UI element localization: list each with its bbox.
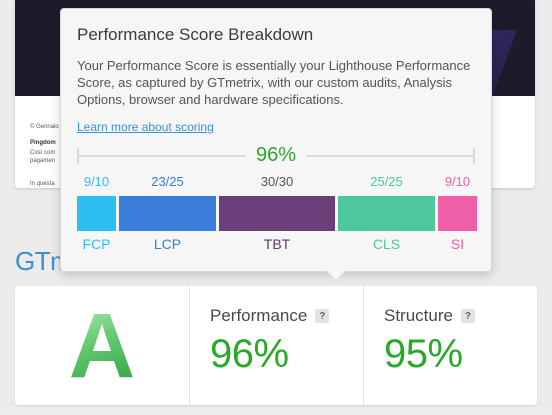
segment-points: 25/25 — [370, 174, 403, 189]
tooltip-description: Your Performance Score is essentially yo… — [77, 58, 471, 107]
thumbnail-text: Pingdom — [30, 140, 56, 146]
rule-cap-left — [77, 147, 79, 165]
performance-help-icon[interactable]: ? — [315, 309, 330, 323]
segment-label: LCP — [153, 236, 182, 252]
performance-breakdown-tooltip: Performance Score Breakdown Your Perform… — [60, 8, 492, 280]
segment-bar — [219, 196, 335, 231]
performance-label: Performance — [210, 306, 308, 325]
segment-label: SI — [450, 236, 465, 252]
thumbnail-text: In questa — [30, 181, 55, 187]
learn-more-link[interactable]: Learn more about scoring — [77, 120, 214, 134]
thumbnail-text: Così com — [30, 150, 56, 156]
segment-points: 30/30 — [260, 174, 294, 189]
segment-fcp: 9/10 FCP — [77, 174, 116, 252]
segment-label: FCP — [82, 236, 111, 252]
segment-cls: 25/25 CLS — [338, 174, 435, 252]
structure-label: Structure — [384, 306, 453, 325]
structure-value: 95% — [384, 332, 463, 376]
thumbnail-text: © Gennaio — [30, 124, 59, 130]
segment-bar — [119, 196, 216, 231]
rule-cap-right — [473, 147, 475, 165]
segment-label: CLS — [372, 236, 401, 252]
segment-bar — [438, 196, 477, 231]
segment-bar — [338, 196, 435, 231]
performance-value: 96% — [210, 332, 289, 376]
total-score-rule: 96% — [77, 144, 475, 168]
score-breakdown-bar: 9/10 FCP 23/25 LCP 30/30 TBT 25/25 CLS 9/10 SI — [77, 174, 477, 264]
segment-points: 9/10 — [83, 174, 110, 189]
total-score: 96% — [245, 144, 307, 167]
structure-metric: Structure ? 95% — [363, 286, 537, 405]
grade-letter: A — [68, 294, 136, 397]
tooltip-title: Performance Score Breakdown — [77, 25, 314, 44]
grade-cell: A — [15, 286, 190, 405]
segment-bar — [77, 196, 116, 231]
segment-points: 9/10 — [444, 174, 471, 189]
tooltip-arrow — [327, 271, 345, 280]
segment-points: 23/25 — [151, 174, 184, 189]
structure-help-icon[interactable]: ? — [460, 309, 475, 323]
segment-si: 9/10 SI — [438, 174, 477, 252]
performance-metric: Performance ? 96% — [190, 286, 363, 405]
score-card: A Performance ? 96% Structure ? 95% — [15, 286, 537, 405]
thumbnail-text: pagamen — [30, 158, 56, 164]
segment-lcp: 23/25 LCP — [119, 174, 216, 252]
segment-tbt: 30/30 TBT — [219, 174, 335, 252]
segment-label: TBT — [263, 236, 291, 252]
